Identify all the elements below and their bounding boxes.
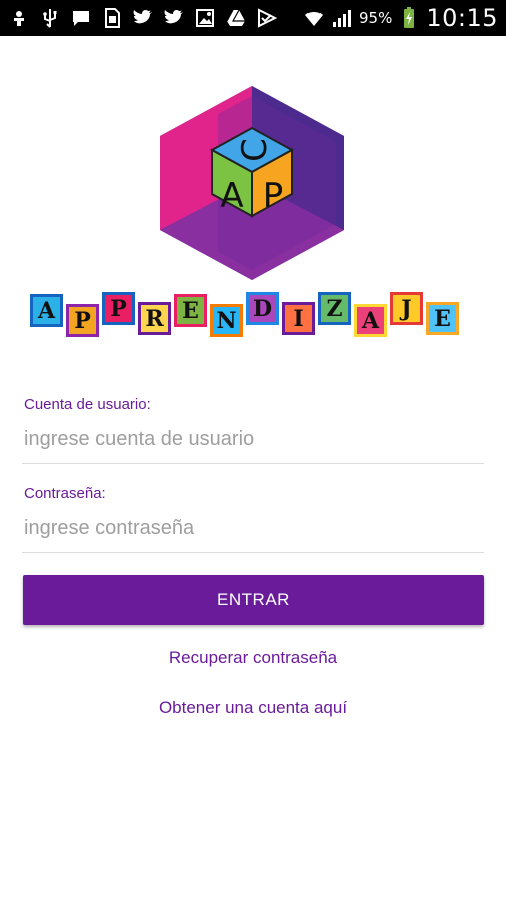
notification-icons	[8, 7, 278, 29]
get-account-link[interactable]: Obtener una cuenta aquí	[0, 698, 506, 718]
wordmark-block: J	[390, 292, 423, 325]
wordmark-block: P	[66, 304, 99, 337]
wordmark-block: N	[210, 304, 243, 337]
signal-icon	[331, 7, 353, 29]
checkmark-icon	[256, 7, 278, 29]
wifi-icon	[303, 7, 325, 29]
wordmark-block: D	[246, 292, 279, 325]
drive-icon	[225, 7, 247, 29]
usb-debug-icon	[8, 7, 30, 29]
wordmark-block: E	[174, 294, 207, 327]
wordmark-block: E	[426, 302, 459, 335]
clock: 10:15	[426, 4, 498, 32]
cube-letter-c: C	[235, 138, 275, 162]
username-label: Cuenta de usuario:	[24, 396, 151, 413]
twitter-icon	[132, 7, 154, 29]
wordmark-block: A	[354, 304, 387, 337]
wordmark-block: I	[282, 302, 315, 335]
wordmark-blocks: A P P R E N D I Z A J E	[28, 286, 480, 346]
username-input[interactable]	[22, 417, 484, 461]
battery-charging-icon	[398, 7, 420, 29]
app-logo: C A P A P P R E N D I Z A J E	[0, 84, 506, 354]
wordmark-block: P	[102, 292, 135, 325]
sim-icon	[101, 7, 123, 29]
cube-letter-a: A	[220, 176, 243, 216]
photo-icon	[194, 7, 216, 29]
usb-icon	[39, 7, 61, 29]
password-label: Contraseña:	[24, 485, 106, 502]
recover-password-link[interactable]: Recuperar contraseña	[0, 648, 506, 668]
cube-logo: C A P	[158, 84, 346, 280]
username-underline	[22, 463, 484, 464]
battery-percent: 95%	[358, 9, 393, 27]
password-underline	[22, 552, 484, 553]
chat-icon	[70, 7, 92, 29]
wordmark-block: Z	[318, 292, 351, 325]
system-icons: 95% 10:15	[303, 4, 498, 32]
status-bar: 95% 10:15	[0, 0, 506, 36]
password-input[interactable]	[22, 506, 484, 550]
twitter-icon	[163, 7, 185, 29]
wordmark-block: R	[138, 302, 171, 335]
login-button[interactable]: ENTRAR	[23, 575, 484, 625]
wordmark-block: A	[30, 294, 63, 327]
cube-letter-p: P	[263, 176, 284, 216]
